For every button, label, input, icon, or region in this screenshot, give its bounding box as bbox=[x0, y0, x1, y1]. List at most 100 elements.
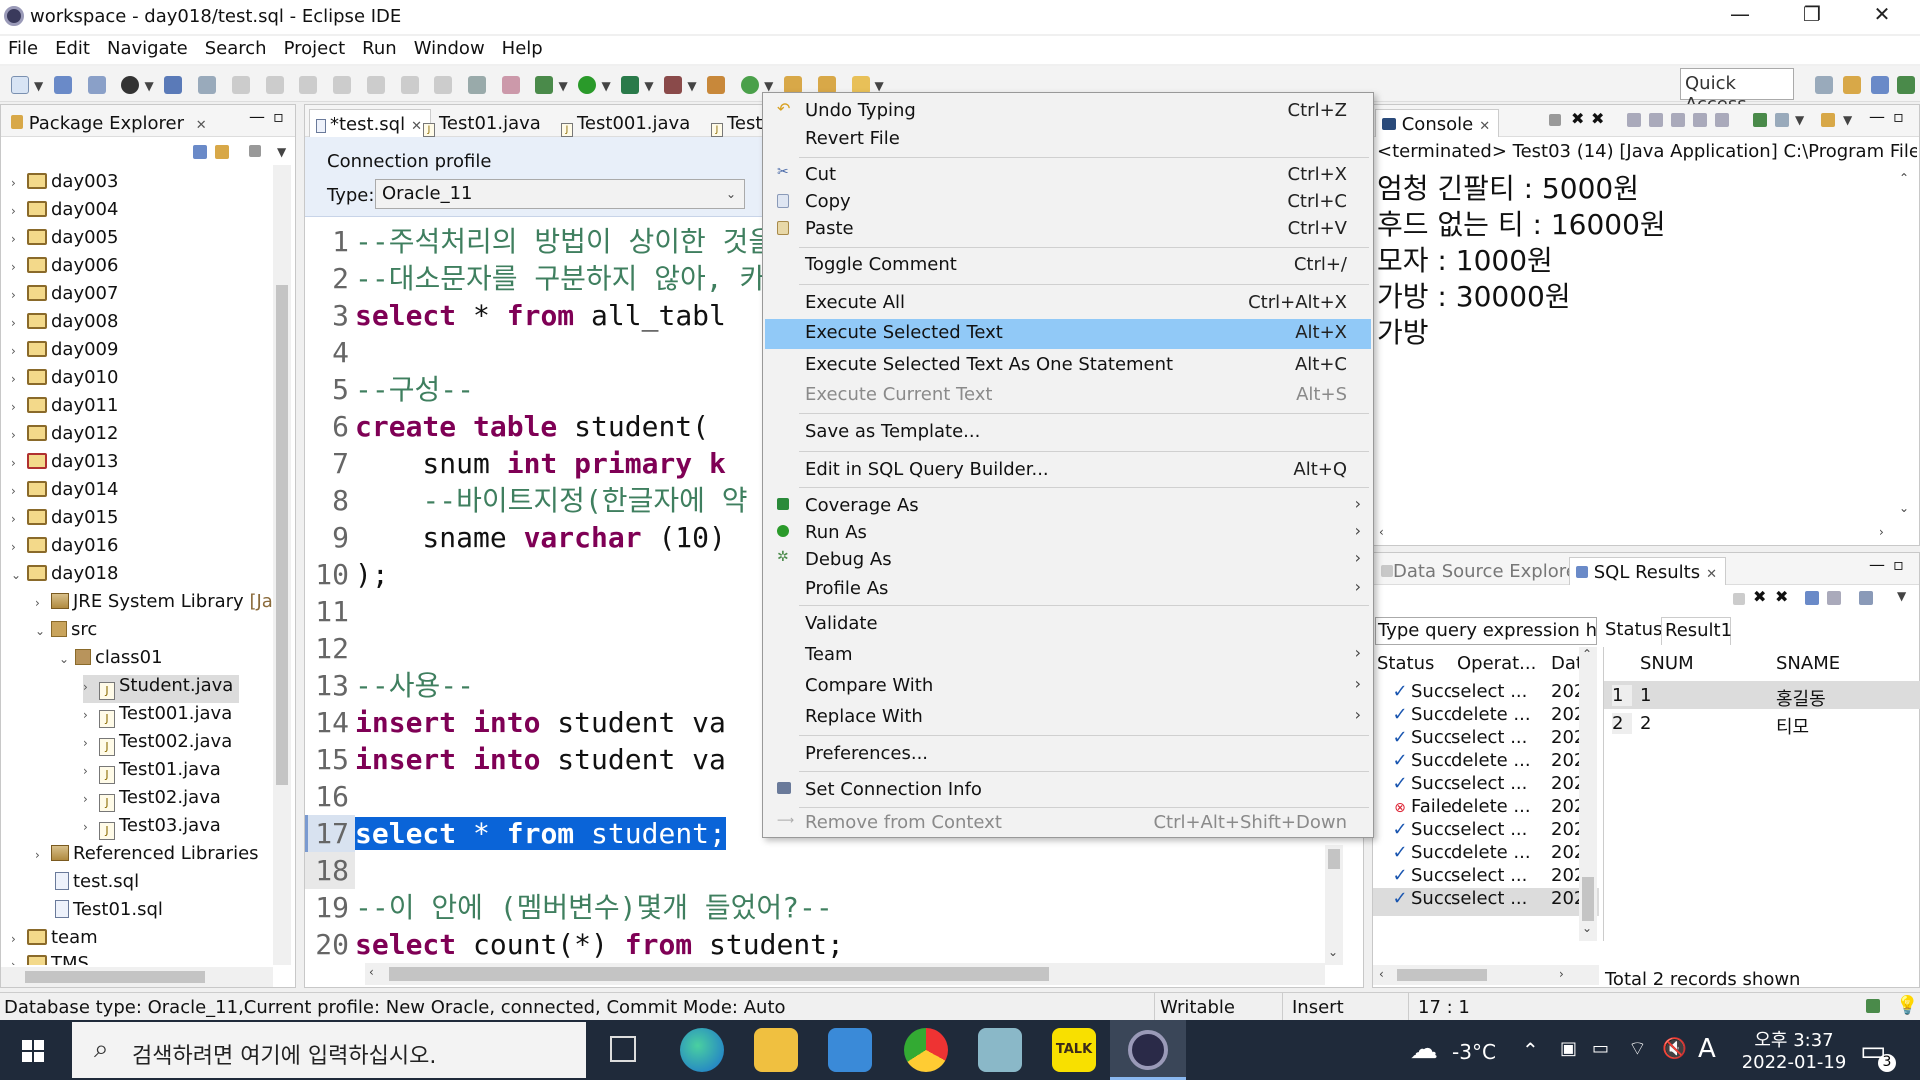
toggle-icon[interactable] bbox=[468, 76, 487, 94]
pin-console-icon[interactable] bbox=[1753, 113, 1767, 127]
scroll-lock-icon[interactable] bbox=[1649, 113, 1663, 127]
terminate-icon[interactable] bbox=[1549, 114, 1561, 126]
close-icon[interactable]: ✕ bbox=[196, 118, 207, 133]
tree-item-day004[interactable]: › day004 bbox=[11, 199, 118, 227]
chevron-down-icon[interactable]: ⌄ bbox=[1582, 921, 1592, 935]
scrollbar-thumb[interactable] bbox=[276, 285, 288, 785]
tree-item-day010[interactable]: › day010 bbox=[11, 367, 118, 395]
tree-item-day006[interactable]: › day006 bbox=[11, 255, 118, 283]
tab-test01-java[interactable]: J Test01.java bbox=[417, 109, 549, 137]
tree-item-day007[interactable]: › day007 bbox=[11, 283, 118, 311]
external-tools-icon[interactable] bbox=[664, 76, 683, 94]
tree-item-test03-java[interactable]: › J Test03.java bbox=[83, 815, 221, 843]
kakaotalk-icon[interactable]: TALK bbox=[1052, 1028, 1096, 1072]
remove-all-results-icon[interactable]: ✖ bbox=[1775, 587, 1788, 606]
column-header-operation[interactable]: Operat... bbox=[1457, 653, 1536, 674]
tree-item-day018[interactable]: ⌄ day018 bbox=[11, 563, 118, 591]
menu-item-team[interactable]: Team › bbox=[765, 641, 1371, 669]
coverage-icon[interactable] bbox=[621, 76, 640, 94]
tree-item-day005[interactable]: › day005 bbox=[11, 227, 118, 255]
tab-data-source-explorer[interactable]: Data Source Explorer bbox=[1375, 557, 1592, 585]
table-row[interactable]: ✓ Succselect ... 2022 bbox=[1373, 888, 1599, 916]
eclipse-taskbar-button[interactable] bbox=[1110, 1020, 1186, 1080]
menu-help[interactable]: Help bbox=[494, 36, 552, 59]
menu-item-edit-in-query-builder[interactable]: Edit in SQL Query Builder... Alt+Q bbox=[765, 456, 1371, 484]
chevron-down-icon[interactable]: ▼ bbox=[601, 79, 610, 93]
ime-indicator[interactable]: A bbox=[1698, 1034, 1716, 1064]
mail-icon[interactable] bbox=[828, 1028, 872, 1072]
disconnect-icon[interactable] bbox=[333, 76, 352, 94]
windows-start-icon[interactable] bbox=[22, 1040, 44, 1062]
vertical-scrollbar[interactable]: ⌃ ⌄ bbox=[1579, 647, 1597, 941]
open-perspective-icon[interactable] bbox=[1815, 76, 1833, 94]
collapse-all-icon[interactable] bbox=[193, 145, 207, 159]
tab-test001-java[interactable]: J Test001.java bbox=[555, 109, 698, 137]
weather-temperature[interactable]: -3°C bbox=[1452, 1040, 1496, 1064]
tab-package-explorer[interactable]: Package Explorer ✕ bbox=[5, 109, 215, 137]
query-filter-input[interactable]: Type query expression here bbox=[1375, 617, 1597, 645]
terminate-icon[interactable] bbox=[1733, 593, 1745, 605]
run-icon[interactable] bbox=[578, 76, 597, 94]
menu-search[interactable]: Search bbox=[197, 36, 276, 59]
menu-item-paste[interactable]: Paste Ctrl+V bbox=[765, 215, 1371, 243]
remove-all-icon[interactable]: ✖ bbox=[1591, 109, 1604, 128]
chevron-left-icon[interactable]: ‹ bbox=[1379, 525, 1384, 539]
chevron-down-icon[interactable]: ▼ bbox=[1843, 113, 1852, 127]
scrollbar-thumb[interactable] bbox=[389, 967, 1049, 981]
remove-result-icon[interactable]: ✖ bbox=[1753, 587, 1766, 606]
chevron-down-icon[interactable]: ⌄ bbox=[1328, 945, 1338, 959]
tab-status[interactable]: Status bbox=[1603, 617, 1662, 645]
new-package-icon[interactable] bbox=[707, 76, 726, 94]
chevron-left-icon[interactable]: ‹ bbox=[369, 965, 374, 979]
progress-icon[interactable] bbox=[1866, 999, 1880, 1013]
menu-item-execute-selected-text[interactable]: Execute Selected Text Alt+X bbox=[765, 319, 1371, 349]
column-header-status[interactable]: Status bbox=[1377, 653, 1434, 674]
menu-navigate[interactable]: Navigate bbox=[99, 36, 197, 59]
result-layout-icon[interactable] bbox=[1859, 591, 1873, 605]
tree-item-test02-java[interactable]: › J Test02.java bbox=[83, 787, 221, 815]
chevron-down-icon[interactable]: ▼ bbox=[875, 79, 884, 93]
maximize-icon[interactable]: ▫ bbox=[1893, 555, 1904, 574]
database-perspective-icon[interactable] bbox=[1871, 76, 1889, 94]
minimize-button[interactable]: — bbox=[1710, 2, 1770, 32]
tree-item-test01-sql[interactable]: Test01.sql bbox=[55, 899, 163, 927]
chevron-down-icon[interactable]: ▼ bbox=[144, 79, 153, 93]
scrollbar-thumb[interactable] bbox=[1328, 849, 1340, 869]
menu-item-set-connection-info[interactable]: Set Connection Info bbox=[765, 776, 1371, 804]
tree-item-day011[interactable]: › day011 bbox=[11, 395, 118, 423]
tree-item-day015[interactable]: › day015 bbox=[11, 507, 118, 535]
weather-cloud-icon[interactable]: ☁ bbox=[1410, 1032, 1438, 1065]
chevron-up-icon[interactable]: ⌃ bbox=[1582, 647, 1592, 661]
horizontal-scrollbar[interactable]: ‹ bbox=[365, 963, 1325, 985]
tab-sql-results[interactable]: SQL Results ✕ bbox=[1569, 557, 1726, 585]
tree-item-src[interactable]: ⌄ src bbox=[35, 619, 97, 647]
maximize-button[interactable]: ❐ bbox=[1782, 2, 1842, 32]
clock-time[interactable]: 오후 3:37 bbox=[1748, 1026, 1840, 1052]
step-into-icon[interactable] bbox=[366, 76, 385, 94]
console-output[interactable]: 엄청 긴팔티 : 5000원 후드 없는 티 : 16000원 모자 : 100… bbox=[1377, 167, 1897, 527]
tree-item-team[interactable]: › team bbox=[11, 927, 98, 955]
taskbar-search-box[interactable]: ⌕ 검색하려면 여기에 입력하십시오. bbox=[72, 1022, 586, 1078]
chevron-left-icon[interactable]: ‹ bbox=[1379, 967, 1384, 981]
chrome-icon[interactable] bbox=[904, 1028, 948, 1072]
menu-item-coverage-as[interactable]: Coverage As › bbox=[765, 492, 1371, 520]
close-icon[interactable]: ✕ bbox=[1706, 567, 1717, 582]
filter-icon[interactable] bbox=[249, 145, 261, 157]
tree-item-test001-java[interactable]: › J Test001.java bbox=[83, 703, 232, 731]
volume-mute-icon[interactable]: 🔇 bbox=[1662, 1036, 1687, 1060]
view-menu-icon[interactable]: ▼ bbox=[277, 145, 286, 159]
show-stdout-icon[interactable] bbox=[1693, 113, 1707, 127]
tree-item-class01[interactable]: ⌄ class01 bbox=[59, 647, 163, 675]
save-icon[interactable] bbox=[53, 76, 72, 94]
maximize-icon[interactable]: ▫ bbox=[1893, 107, 1904, 126]
menu-item-compare-with[interactable]: Compare With › bbox=[765, 672, 1371, 700]
tree-item-day012[interactable]: › day012 bbox=[11, 423, 118, 451]
scrollbar-thumb[interactable] bbox=[1582, 877, 1594, 921]
scrollbar-thumb[interactable] bbox=[1397, 969, 1487, 981]
menu-item-cut[interactable]: ✂ Cut Ctrl+X bbox=[765, 161, 1371, 189]
save-results-icon[interactable] bbox=[1827, 591, 1841, 605]
horizontal-scrollbar[interactable]: ‹ › bbox=[1373, 965, 1599, 985]
horizontal-scrollbar[interactable] bbox=[1, 967, 273, 987]
menu-run[interactable]: Run bbox=[354, 36, 406, 59]
tree-item-day014[interactable]: › day014 bbox=[11, 479, 118, 507]
